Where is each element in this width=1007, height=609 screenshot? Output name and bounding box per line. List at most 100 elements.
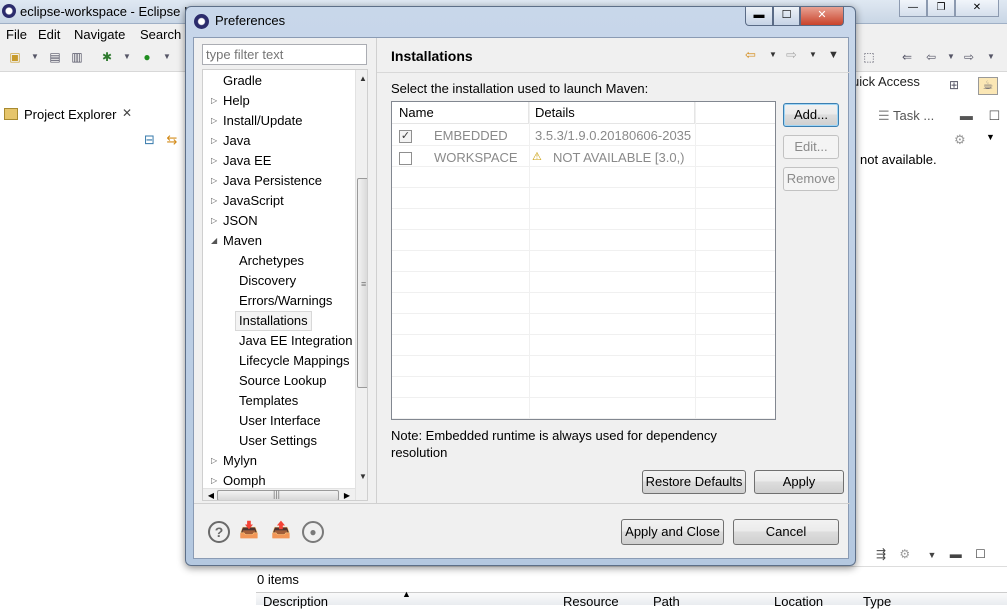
scroll-right-icon[interactable]: ▶	[341, 489, 353, 500]
column-path[interactable]: Path	[653, 594, 680, 609]
tree-item[interactable]: JavaScript	[223, 191, 284, 211]
chevron-down-icon[interactable]: ▼	[986, 132, 995, 142]
tree-item[interactable]: JSON	[223, 211, 258, 231]
tree-item[interactable]: Installations	[235, 311, 312, 331]
quick-access-field[interactable]: uick Access	[852, 74, 936, 96]
minimize-icon[interactable]: —	[899, 0, 927, 17]
cancel-button[interactable]: Cancel	[733, 519, 839, 545]
column-description[interactable]: Description	[263, 594, 328, 609]
expand-arrow-icon[interactable]: ▷	[211, 451, 217, 471]
task-list-tab[interactable]: ☰ Task ... ▬ ☐	[878, 108, 1000, 124]
chevron-down-icon[interactable]: ▼	[944, 50, 958, 64]
forward-icon[interactable]: ⇨	[786, 47, 797, 63]
chevron-down-icon[interactable]: ▼	[28, 50, 42, 64]
column-location[interactable]: Location	[774, 594, 823, 609]
java-ee-perspective-icon[interactable]: ☕	[978, 77, 998, 95]
maximize-icon[interactable]: ☐	[988, 108, 1000, 123]
tree-item[interactable]: Java EE Integration	[239, 331, 352, 351]
tree-item[interactable]: Errors/Warnings	[239, 291, 332, 311]
tree-item[interactable]: Lifecycle Mappings	[239, 351, 350, 371]
maximize-icon[interactable]: ☐	[975, 547, 986, 561]
menu-navigate[interactable]: Navigate	[74, 27, 125, 42]
chevron-down-icon[interactable]: ▼	[120, 50, 134, 64]
tree-item[interactable]: Java Persistence	[223, 171, 322, 191]
back-icon[interactable]: ⇦	[745, 47, 756, 63]
open-perspective-icon[interactable]: ⊞	[947, 78, 961, 92]
filter-icon[interactable]: ⇶	[876, 547, 886, 561]
tree-item[interactable]: Gradle	[223, 71, 262, 91]
chevron-down-icon[interactable]: ▼	[984, 50, 998, 64]
help-icon[interactable]: ?	[208, 521, 230, 543]
view-menu-icon[interactable]: ▼	[828, 49, 839, 61]
tree-item[interactable]: User Interface	[239, 411, 321, 431]
apply-and-close-button[interactable]: Apply and Close	[621, 519, 724, 545]
configure-icon[interactable]: ⚙	[899, 547, 910, 561]
forward-icon[interactable]: ⇨	[962, 50, 976, 64]
expand-arrow-icon[interactable]: ▷	[211, 151, 217, 171]
task-filter-icon[interactable]: ⚙	[954, 132, 966, 148]
add-button[interactable]: Add...	[783, 103, 839, 127]
column-name[interactable]: Name	[392, 102, 529, 123]
tree-item[interactable]: Templates	[239, 391, 298, 411]
save-icon[interactable]: ▤	[48, 50, 62, 64]
collapse-all-icon[interactable]: ⊟	[144, 132, 155, 147]
export-icon[interactable]: 📤	[270, 521, 292, 543]
menu-file[interactable]: File	[6, 27, 27, 42]
expand-arrow-icon[interactable]: ▷	[211, 111, 217, 131]
column-details[interactable]: Details	[529, 102, 695, 123]
tree-horizontal-scrollbar[interactable]: ◀ ||| ▶	[203, 488, 355, 500]
chevron-down-icon[interactable]: ▼	[809, 50, 817, 59]
tree-item[interactable]: Java	[223, 131, 250, 151]
run-icon[interactable]: ●	[140, 50, 154, 64]
expand-arrow-icon[interactable]: ▷	[211, 91, 217, 111]
debug-icon[interactable]: ✱	[100, 50, 114, 64]
scroll-down-icon[interactable]: ▼	[356, 470, 367, 484]
column-resource[interactable]: Resource	[563, 594, 619, 609]
chevron-down-icon[interactable]: ▼	[928, 550, 937, 560]
dialog-title-bar[interactable]: Preferences ▬ ☐ ✕	[186, 7, 855, 35]
restore-icon[interactable]: ❐	[927, 0, 955, 17]
back-history-icon[interactable]: ⇐	[900, 50, 914, 64]
menu-search[interactable]: Search	[140, 27, 181, 42]
expand-arrow-icon[interactable]: ▷	[211, 191, 217, 211]
tree-item[interactable]: Install/Update	[223, 111, 303, 131]
scroll-left-icon[interactable]: ◀	[205, 489, 217, 500]
minimize-icon[interactable]: ▬	[960, 108, 973, 123]
maximize-button[interactable]: ☐	[773, 7, 800, 26]
tree-item[interactable]: Mylyn	[223, 451, 257, 471]
expand-arrow-icon[interactable]: ▷	[211, 171, 217, 191]
back-icon[interactable]: ⇦	[924, 50, 938, 64]
collapse-arrow-icon[interactable]: ◢	[211, 231, 217, 251]
tree-item[interactable]: Source Lookup	[239, 371, 326, 391]
minimize-button[interactable]: ▬	[745, 7, 773, 26]
scrollbar-thumb[interactable]: ≡	[357, 178, 367, 388]
apply-button[interactable]: Apply	[754, 470, 844, 494]
import-icon[interactable]: 📥	[238, 521, 260, 543]
record-icon[interactable]: ●	[302, 521, 324, 543]
scrollbar-thumb[interactable]: |||	[217, 489, 339, 500]
chevron-down-icon[interactable]: ▼	[769, 50, 777, 59]
restore-defaults-button[interactable]: Restore Defaults	[642, 470, 746, 494]
workspace-checkbox[interactable]	[399, 152, 412, 165]
tree-item[interactable]: User Settings	[239, 431, 317, 451]
embedded-checkbox[interactable]: ✓	[399, 130, 412, 143]
close-button[interactable]: ✕	[800, 7, 844, 26]
close-icon[interactable]: ✕	[122, 106, 132, 120]
filter-input[interactable]	[202, 44, 367, 65]
expand-arrow-icon[interactable]: ▷	[211, 211, 217, 231]
new-icon[interactable]: ▣	[8, 50, 22, 64]
close-icon[interactable]: ✕	[955, 0, 999, 17]
expand-arrow-icon[interactable]: ▷	[211, 131, 217, 151]
tree-item[interactable]: Java EE	[223, 151, 271, 171]
save-all-icon[interactable]: ▥	[70, 50, 84, 64]
tree-item[interactable]: Archetypes	[239, 251, 304, 271]
menu-edit[interactable]: Edit	[38, 27, 60, 42]
remove-button[interactable]: Remove	[783, 167, 839, 191]
link-editor-icon[interactable]: ⇆	[167, 132, 178, 147]
chevron-down-icon[interactable]: ▼	[160, 50, 174, 64]
edit-button[interactable]: Edit...	[783, 135, 839, 159]
tree-item[interactable]: Help	[223, 91, 250, 111]
sash-divider[interactable]	[376, 38, 377, 503]
tree-item[interactable]: Discovery	[239, 271, 296, 291]
scroll-up-icon[interactable]: ▲	[356, 72, 367, 86]
